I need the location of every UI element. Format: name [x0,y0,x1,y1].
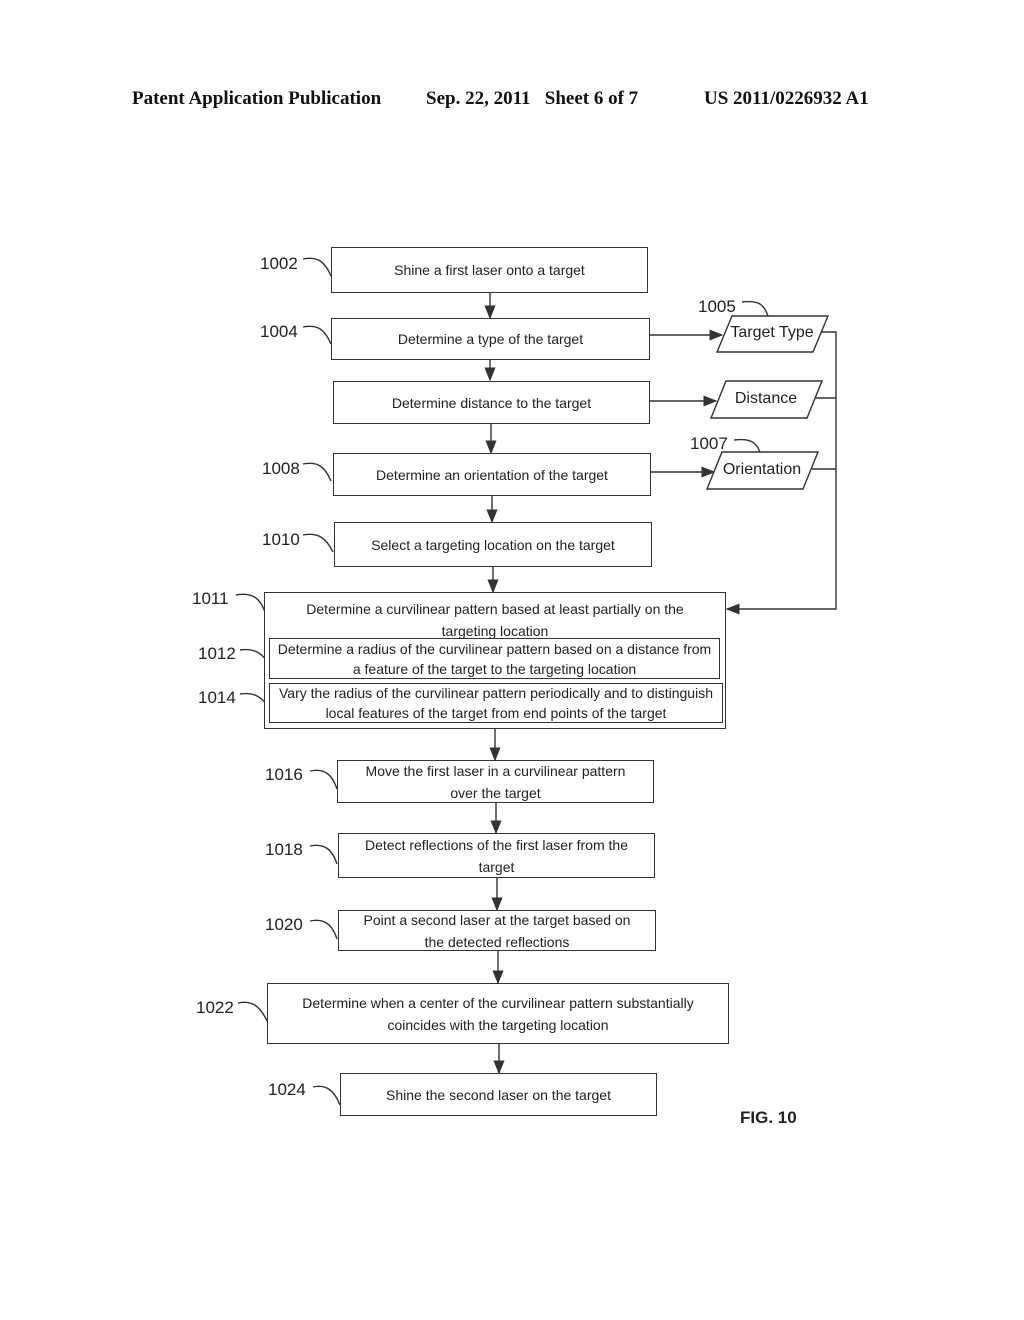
output-target-type: Target Type [730,324,814,341]
ref-1005: 1005 [698,297,736,316]
ref-1018: 1018 [265,840,303,859]
ref-1016: 1016 [265,765,303,784]
ref-1012: 1012 [198,644,236,663]
output-distance: Distance [734,390,798,407]
step-1022: Determine when a center of the curviline… [267,983,729,1044]
step-1018: Detect reflections of the first laser fr… [338,833,655,878]
step-1012: Determine a radius of the curvilinear pa… [269,638,720,679]
ref-1008: 1008 [262,459,300,478]
step-1008: Determine an orientation of the target [333,453,651,496]
step-1006: Determine distance to the target [333,381,650,424]
ref-1002: 1002 [260,254,298,273]
ref-1014: 1014 [198,688,236,707]
step-1016: Move the first laser in a curvilinear pa… [337,760,654,803]
step-1002: Shine a first laser onto a target [331,247,648,293]
ref-1024: 1024 [268,1080,306,1099]
figure-label: FIG. 10 [740,1108,797,1127]
ref-1004: 1004 [260,322,298,341]
step-1011-text: Determine a curvilinear pattern based at… [306,601,684,639]
step-1014: Vary the radius of the curvilinear patte… [269,683,723,723]
ref-1007: 1007 [690,434,728,453]
ref-1022: 1022 [196,998,234,1017]
step-1024: Shine the second laser on the target [340,1073,657,1116]
step-1020: Point a second laser at the target based… [338,910,656,951]
step-1004: Determine a type of the target [331,318,650,360]
ref-1020: 1020 [265,915,303,934]
ref-1011: 1011 [192,589,229,608]
ref-1010: 1010 [262,530,300,549]
step-1010: Select a targeting location on the targe… [334,522,652,567]
output-orientation: Orientation [722,461,802,478]
